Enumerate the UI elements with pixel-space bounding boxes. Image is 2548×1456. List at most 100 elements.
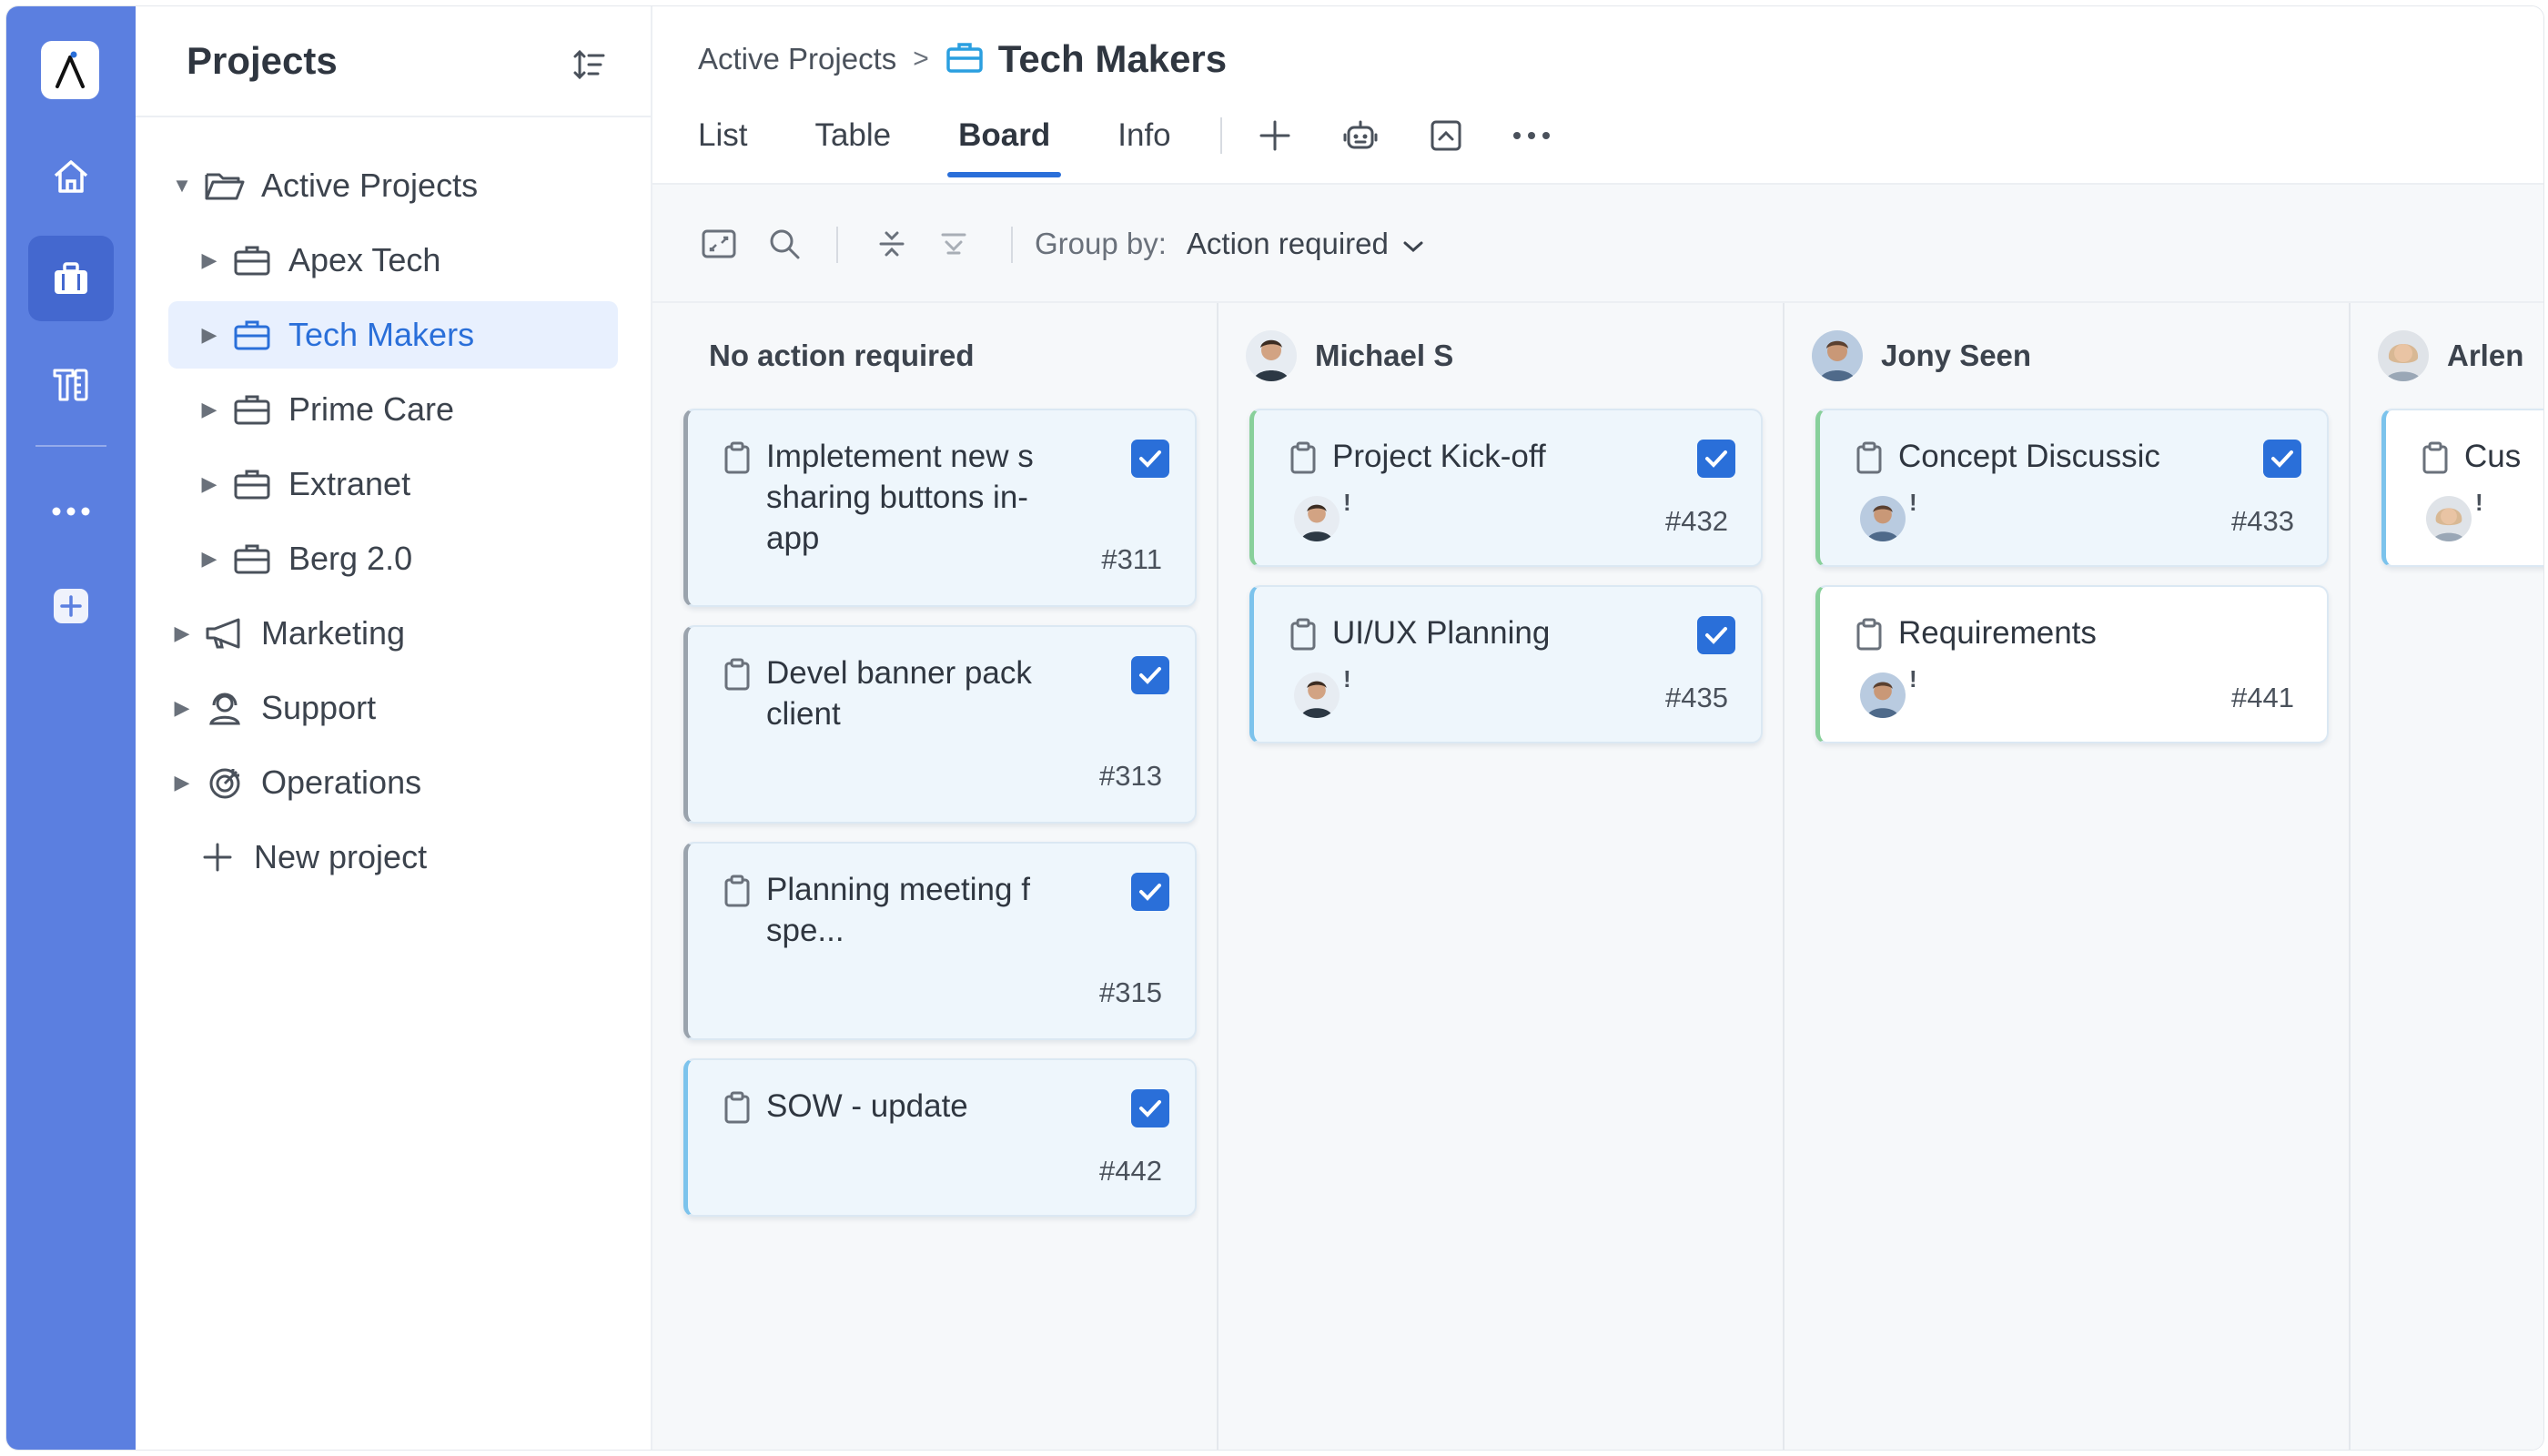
- filter-icon[interactable]: [935, 225, 973, 263]
- icon-rail: [6, 6, 136, 1450]
- assignee-avatar[interactable]: [1294, 496, 1340, 541]
- app-logo[interactable]: [41, 41, 99, 99]
- clipboard-icon: [723, 875, 752, 907]
- caret-right-icon[interactable]: ▶: [168, 622, 196, 645]
- tools-icon[interactable]: [28, 341, 114, 427]
- collapse-panel-icon[interactable]: [1426, 116, 1466, 156]
- robot-icon[interactable]: [1340, 116, 1380, 156]
- target-icon: [203, 764, 247, 801]
- more-horizontal-icon[interactable]: [1512, 116, 1552, 156]
- clipboard-icon: [1289, 618, 1318, 651]
- clipboard-icon: [723, 1091, 752, 1124]
- card-title: Devel banner pack client: [766, 655, 1032, 732]
- sidebar-header: Projects: [136, 6, 651, 117]
- task-card[interactable]: UI/UX Planning ! #435: [1249, 585, 1763, 743]
- new-project-button[interactable]: New project: [196, 824, 623, 891]
- assignee-avatar[interactable]: [2426, 496, 2472, 541]
- tab-info[interactable]: Info: [1117, 117, 1170, 172]
- tree-node-extranet[interactable]: ▶ Extranet: [196, 450, 623, 518]
- assignee-avatar[interactable]: [1860, 496, 1906, 541]
- caret-right-icon[interactable]: ▶: [196, 472, 223, 496]
- card-number: #441: [2231, 682, 2294, 713]
- kanban-board: No action required Impletement new s sha…: [652, 303, 2543, 1450]
- board-column: Arlen Cus !: [2351, 303, 2543, 1450]
- briefcase-icon: [945, 41, 984, 78]
- column-header: No action required: [709, 327, 975, 385]
- caret-right-icon[interactable]: ▶: [168, 696, 196, 720]
- checkbox-checked[interactable]: [2263, 440, 2301, 478]
- priority-flag: !: [1909, 489, 1917, 516]
- collapse-rows-icon[interactable]: [873, 225, 911, 263]
- tree-node-marketing[interactable]: ▶ Marketing: [168, 600, 623, 667]
- header: Active Projects > Tech Makers List Table…: [652, 6, 2543, 185]
- card-title: Project Kick-off: [1332, 439, 1546, 474]
- tabs-divider: [1219, 117, 1222, 154]
- tree-node-support[interactable]: ▶ Support: [168, 674, 623, 742]
- tree-node-tech-makers[interactable]: ▶ Tech Makers: [168, 301, 618, 369]
- tree-node-berg[interactable]: ▶ Berg 2.0: [196, 525, 623, 592]
- card-title: Impletement new s sharing buttons in-app: [766, 439, 1034, 556]
- search-icon[interactable]: [765, 225, 804, 263]
- column-header: Jony Seen: [1812, 327, 2031, 385]
- tab-list[interactable]: List: [698, 117, 747, 172]
- checkbox-checked[interactable]: [1697, 440, 1735, 478]
- task-card[interactable]: Requirements ! #441: [1815, 585, 2329, 743]
- checkbox-checked[interactable]: [1131, 656, 1169, 694]
- column-title: Michael S: [1315, 339, 1454, 372]
- checkbox-checked[interactable]: [1131, 873, 1169, 911]
- caret-right-icon[interactable]: ▶: [196, 323, 223, 347]
- caret-down-icon[interactable]: ▼: [168, 174, 196, 197]
- tab-board[interactable]: Board: [947, 117, 1062, 177]
- caret-right-icon[interactable]: ▶: [168, 771, 196, 794]
- priority-flag: !: [1909, 665, 1917, 693]
- avatar: [2378, 330, 2429, 381]
- tree-node-label: New project: [254, 838, 428, 875]
- card-title: UI/UX Planning: [1332, 615, 1551, 651]
- tree-node-label: Prime Care: [288, 390, 455, 428]
- clipboard-icon: [1289, 441, 1318, 474]
- caret-right-icon[interactable]: ▶: [196, 547, 223, 571]
- chevron-down-icon[interactable]: [1401, 227, 1425, 261]
- caret-right-icon[interactable]: ▶: [196, 398, 223, 421]
- task-card[interactable]: Project Kick-off ! #432: [1249, 409, 1763, 567]
- expand-icon[interactable]: [700, 225, 738, 263]
- megaphone-icon: [203, 615, 247, 652]
- assignee-avatar[interactable]: [1860, 672, 1906, 718]
- group-by-select[interactable]: Group by: Action required: [1035, 227, 1425, 261]
- task-card[interactable]: Impletement new s sharing buttons in-app…: [683, 409, 1197, 607]
- checkbox-checked[interactable]: [1131, 440, 1169, 478]
- assignee-avatar[interactable]: [1294, 672, 1340, 718]
- tree-node-active-projects[interactable]: ▼ Active Projects: [168, 152, 623, 219]
- tree-node-operations[interactable]: ▶ Operations: [168, 749, 623, 816]
- tree-node-apex-tech[interactable]: ▶ Apex Tech: [196, 227, 623, 294]
- task-card[interactable]: Devel banner pack client #313: [683, 625, 1197, 824]
- support-icon: [203, 690, 247, 726]
- projects-sidebar: Projects ▼ Active Projects ▶ Apex Tech ▶…: [136, 6, 652, 1450]
- sort-icon[interactable]: [571, 46, 607, 83]
- breadcrumb-parent[interactable]: Active Projects: [698, 42, 896, 76]
- column-title: Arlen: [2447, 339, 2524, 372]
- checkbox-checked[interactable]: [1697, 616, 1735, 654]
- tree-node-label: Operations: [261, 763, 422, 801]
- task-card[interactable]: Planning meeting f spe... #315: [683, 842, 1197, 1040]
- home-icon[interactable]: [28, 134, 114, 219]
- group-by-value[interactable]: Action required: [1187, 227, 1389, 261]
- board-column: No action required Impletement new s sha…: [652, 303, 1218, 1450]
- tab-table[interactable]: Table: [814, 117, 891, 172]
- add-icon[interactable]: [28, 563, 114, 649]
- briefcase-icon[interactable]: [28, 236, 114, 321]
- task-card[interactable]: Concept Discussic ! #433: [1815, 409, 2329, 567]
- checkbox-checked[interactable]: [1131, 1089, 1169, 1127]
- tree-node-prime-care[interactable]: ▶ Prime Care: [196, 376, 623, 443]
- breadcrumb: Active Projects > Tech Makers: [698, 37, 1227, 81]
- board-toolbar: Group by: Action required: [652, 185, 2543, 303]
- more-icon[interactable]: [28, 469, 114, 554]
- view-tabs: List Table Board Info: [698, 116, 1597, 177]
- column-title: Jony Seen: [1881, 339, 2032, 372]
- task-card[interactable]: Cus !: [2381, 409, 2543, 567]
- briefcase-icon: [230, 242, 274, 278]
- caret-right-icon[interactable]: ▶: [196, 248, 223, 272]
- plus-icon[interactable]: [1255, 116, 1295, 156]
- toolbar-divider: [1011, 227, 1013, 263]
- task-card[interactable]: SOW - update #442: [683, 1058, 1197, 1217]
